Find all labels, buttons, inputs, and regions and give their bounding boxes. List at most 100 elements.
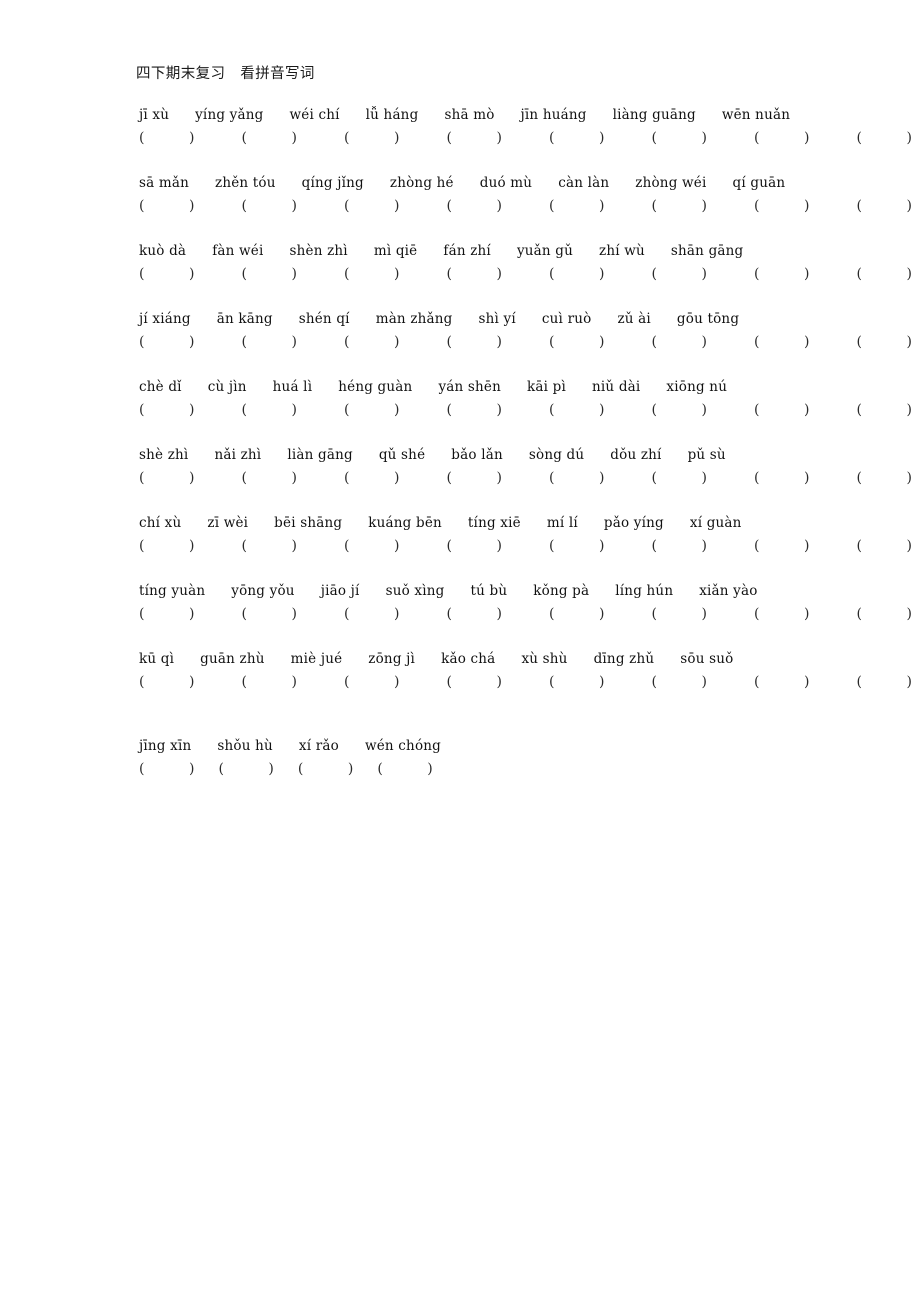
answer-blank[interactable]: ( ) (218, 757, 273, 782)
pinyin-word: wēn nuǎn (721, 107, 791, 123)
answer-blank[interactable]: ( ) (139, 194, 194, 219)
answer-blank[interactable]: ( ) (344, 602, 399, 627)
answer-blank[interactable]: ( ) (447, 670, 502, 695)
answer-blank[interactable]: ( ) (242, 194, 297, 219)
answer-blank[interactable]: ( ) (652, 534, 707, 559)
answer-blank[interactable]: ( ) (652, 602, 707, 627)
pinyin-word: bēi shāng (274, 515, 343, 531)
answer-blank[interactable]: ( ) (652, 670, 707, 695)
answer-blank[interactable]: ( ) (242, 602, 297, 627)
answer-blank[interactable]: ( ) (857, 398, 912, 423)
pinyin-word: càn làn (558, 175, 610, 191)
answer-blank[interactable]: ( ) (857, 194, 912, 219)
answer-blank[interactable]: ( ) (344, 534, 399, 559)
answer-blank[interactable]: ( ) (242, 534, 297, 559)
answer-blank[interactable]: ( ) (447, 466, 502, 491)
answer-blank[interactable]: ( ) (754, 602, 809, 627)
answer-blank[interactable]: ( ) (549, 670, 604, 695)
pinyin-word: huá lì (272, 379, 313, 395)
pinyin-word: dīng zhǔ (593, 651, 655, 667)
answer-blank[interactable]: ( ) (139, 466, 194, 491)
answer-blank[interactable]: ( ) (242, 398, 297, 423)
answer-blank[interactable]: ( ) (242, 670, 297, 695)
exercise-row: chí xù zī wèi bēi shāng kuáng bēn tíng xiē mí… (0, 512, 920, 559)
answer-blank[interactable]: ( ) (652, 194, 707, 219)
pinyin-line: jí xiáng ān kāng shén qí màn zhǎng shì yí cuì… (0, 308, 920, 330)
answer-blank[interactable]: ( ) (447, 602, 502, 627)
answer-blank[interactable]: ( ) (857, 534, 912, 559)
answer-blank[interactable]: ( ) (857, 262, 912, 287)
answer-blank[interactable]: ( ) (139, 398, 194, 423)
answer-blank[interactable]: ( ) (344, 262, 399, 287)
pinyin-line: jī xù yíng yǎng wéi chí lǚ háng shā mò jīn hu… (0, 104, 920, 126)
answer-blanks-line: ( ) ( ) ( ) ( ) ( ) ( ) ( ) ( ) (0, 194, 920, 219)
answer-blank[interactable]: ( ) (344, 330, 399, 355)
exercise-row: shè zhì nǎi zhì liàn gāng qǔ shé bǎo lǎn sòng… (0, 444, 920, 491)
answer-blank[interactable]: ( ) (344, 670, 399, 695)
answer-blank[interactable]: ( ) (754, 330, 809, 355)
answer-blanks-line: ( ) ( ) ( ) ( ) ( ) ( ) ( ) ( ) (0, 262, 920, 287)
answer-blank[interactable]: ( ) (754, 398, 809, 423)
answer-blank[interactable]: ( ) (447, 262, 502, 287)
pinyin-word: wéi chí (289, 107, 340, 123)
answer-blank[interactable]: ( ) (652, 330, 707, 355)
answer-blank[interactable]: ( ) (549, 126, 604, 151)
exercise-row: tíng yuàn yōng yǒu jiāo jí suǒ xìng tú bù kǒn… (0, 580, 920, 627)
answer-blank[interactable]: ( ) (298, 757, 353, 782)
pinyin-word: zhěn tóu (215, 175, 276, 191)
answer-blank[interactable]: ( ) (139, 262, 194, 287)
answer-blank[interactable]: ( ) (754, 670, 809, 695)
answer-blank[interactable]: ( ) (139, 534, 194, 559)
answer-blank[interactable]: ( ) (447, 398, 502, 423)
answer-blank[interactable]: ( ) (139, 757, 194, 782)
answer-blank[interactable]: ( ) (549, 330, 604, 355)
pinyin-word: suǒ xìng (385, 583, 445, 599)
pinyin-word: shén qí (298, 311, 350, 327)
answer-blank[interactable]: ( ) (549, 262, 604, 287)
answer-blank[interactable]: ( ) (139, 602, 194, 627)
answer-blank[interactable]: ( ) (447, 194, 502, 219)
pinyin-word: lǚ háng (365, 107, 419, 123)
pinyin-word: líng hún (615, 583, 674, 599)
answer-blank[interactable]: ( ) (652, 262, 707, 287)
answer-blank[interactable]: ( ) (857, 466, 912, 491)
answer-blank[interactable]: ( ) (242, 466, 297, 491)
answer-blank[interactable]: ( ) (754, 126, 809, 151)
answer-blank[interactable]: ( ) (242, 330, 297, 355)
answer-blank[interactable]: ( ) (377, 757, 432, 782)
answer-blank[interactable]: ( ) (549, 398, 604, 423)
pinyin-word: zhí wù (599, 243, 645, 259)
answer-blank[interactable]: ( ) (344, 194, 399, 219)
answer-blank[interactable]: ( ) (754, 194, 809, 219)
answer-blank[interactable]: ( ) (652, 126, 707, 151)
answer-blank[interactable]: ( ) (139, 670, 194, 695)
answer-blank[interactable]: ( ) (857, 670, 912, 695)
pinyin-word: tíng yuàn (139, 583, 206, 599)
answer-blank[interactable]: ( ) (242, 126, 297, 151)
answer-blank[interactable]: ( ) (549, 466, 604, 491)
answer-blank[interactable]: ( ) (754, 466, 809, 491)
answer-blank[interactable]: ( ) (549, 534, 604, 559)
answer-blank[interactable]: ( ) (242, 262, 297, 287)
answer-blank[interactable]: ( ) (857, 126, 912, 151)
pinyin-word: shèn zhì (289, 243, 348, 259)
answer-blank[interactable]: ( ) (857, 602, 912, 627)
answer-blank[interactable]: ( ) (857, 330, 912, 355)
answer-blank[interactable]: ( ) (652, 466, 707, 491)
answer-blank[interactable]: ( ) (447, 330, 502, 355)
pinyin-word: xiǎn yào (699, 583, 758, 599)
answer-blank[interactable]: ( ) (549, 602, 604, 627)
answer-blank[interactable]: ( ) (652, 398, 707, 423)
answer-blank[interactable]: ( ) (447, 126, 502, 151)
answer-blank[interactable]: ( ) (344, 398, 399, 423)
answer-blank[interactable]: ( ) (754, 534, 809, 559)
answer-blank[interactable]: ( ) (139, 126, 194, 151)
answer-blank[interactable]: ( ) (447, 534, 502, 559)
answer-blank[interactable]: ( ) (549, 194, 604, 219)
answer-blank[interactable]: ( ) (754, 262, 809, 287)
answer-blank[interactable]: ( ) (139, 330, 194, 355)
answer-blank[interactable]: ( ) (344, 466, 399, 491)
exercise-row: sā mǎn zhěn tóu qíng jǐng zhòng hé duó mù càn… (0, 172, 920, 219)
pinyin-word: shā mò (444, 107, 495, 123)
answer-blank[interactable]: ( ) (344, 126, 399, 151)
